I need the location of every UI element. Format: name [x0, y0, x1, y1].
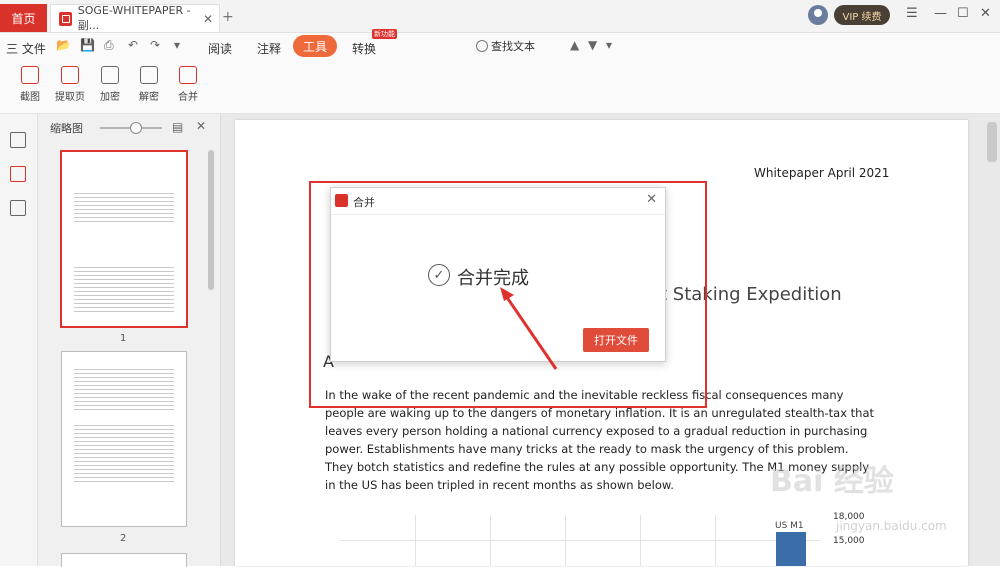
pdf-icon — [59, 11, 72, 26]
avatar[interactable] — [808, 5, 828, 25]
tab-convert[interactable]: 转换 — [352, 40, 376, 57]
tab-annotate[interactable]: 注释 — [257, 40, 281, 57]
page-thumbnail[interactable] — [60, 150, 188, 328]
merge-icon — [179, 66, 197, 84]
chart-label: US M1 — [775, 521, 804, 531]
lock-icon — [101, 66, 119, 84]
options-icon[interactable]: ▾ — [606, 38, 612, 52]
outline-icon[interactable] — [10, 132, 26, 148]
print-icon[interactable]: ⎙ — [104, 38, 114, 53]
chart-gridline — [490, 515, 491, 566]
watermark: Bai 经验 — [770, 464, 894, 499]
chart-gridline — [640, 515, 641, 566]
thumbnail-icon[interactable] — [10, 166, 26, 182]
chart-gridline — [340, 540, 820, 541]
thumbnail-page-number: 2 — [120, 533, 127, 544]
find-text-input[interactable]: 查找文本 — [491, 38, 535, 54]
watermark-url: jingyan.baidu.com — [836, 519, 947, 533]
extract-icon — [61, 66, 79, 84]
chart-gridline — [565, 515, 566, 566]
annotation-arrow — [500, 287, 558, 370]
menu-icon[interactable]: ☰ — [906, 6, 918, 21]
minimize-icon[interactable]: — — [934, 6, 947, 21]
save-icon[interactable]: 💾 — [80, 38, 95, 52]
dialog-close-icon[interactable]: ✕ — [646, 192, 657, 207]
dialog-title: 合并 — [353, 196, 375, 209]
thumbnail-scrollbar[interactable] — [208, 150, 214, 290]
thumbnail-panel-title: 缩略图 — [50, 122, 83, 135]
page-heading: t Staking Expedition — [660, 284, 842, 305]
home-tab[interactable]: 首页 — [0, 4, 47, 32]
tab-read[interactable]: 阅读 — [208, 40, 232, 57]
tab-tools[interactable]: 工具 — [293, 35, 337, 57]
chart-gridline — [415, 515, 416, 566]
screenshot-button[interactable]: 截图 — [10, 66, 50, 103]
chart-tick-label: 15,000 — [833, 536, 865, 546]
unlock-icon — [140, 66, 158, 84]
vip-button[interactable]: VIP 续费 — [834, 5, 890, 25]
merge-button[interactable]: 合并 — [168, 66, 208, 103]
encrypt-button[interactable]: 加密 — [90, 66, 130, 103]
maximize-icon[interactable]: ☐ — [957, 6, 969, 21]
file-menu[interactable]: 三 文件 — [6, 40, 46, 57]
fit-icon[interactable]: ▤ — [172, 120, 183, 134]
document-tab[interactable]: SOGE-WHITEPAPER - 副... ✕ — [50, 4, 220, 32]
chart-gridline — [715, 515, 716, 566]
undo-icon[interactable]: ↶ — [128, 38, 138, 52]
open-file-button[interactable]: 打开文件 — [583, 328, 649, 352]
page-thumbnail[interactable] — [61, 351, 187, 527]
new-badge: 新功能 — [372, 29, 397, 39]
chevron-down-icon[interactable]: ▼ — [588, 38, 597, 52]
close-panel-icon[interactable]: ✕ — [196, 119, 206, 133]
document-tab-label: SOGE-WHITEPAPER - 副... — [77, 4, 191, 32]
more-icon[interactable]: ▾ — [174, 38, 180, 52]
check-icon: ✓ — [428, 264, 450, 286]
bookmark-icon[interactable] — [10, 200, 26, 216]
redo-icon[interactable]: ↷ — [150, 38, 160, 52]
search-icon[interactable] — [476, 40, 488, 52]
app-icon — [335, 194, 348, 207]
screenshot-icon — [21, 66, 39, 84]
window-close-icon[interactable]: ✕ — [980, 6, 991, 21]
dialog-header: 合并 ✕ — [331, 188, 665, 215]
close-tab-icon[interactable]: ✕ — [203, 12, 213, 26]
chevron-up-icon[interactable]: ▲ — [570, 38, 579, 52]
zoom-slider-handle[interactable] — [130, 122, 142, 134]
document-scrollbar[interactable] — [987, 122, 997, 162]
page-thumbnail[interactable] — [61, 553, 187, 567]
open-icon[interactable]: 📂 — [56, 38, 71, 52]
decrypt-button[interactable]: 解密 — [129, 66, 169, 103]
thumbnail-page-number: 1 — [120, 333, 127, 344]
add-tab-icon[interactable]: + — [222, 9, 234, 25]
page-date: Whitepaper April 2021 — [754, 166, 890, 180]
chart-bar — [776, 532, 806, 566]
extract-pages-button[interactable]: 提取页 — [50, 66, 90, 103]
